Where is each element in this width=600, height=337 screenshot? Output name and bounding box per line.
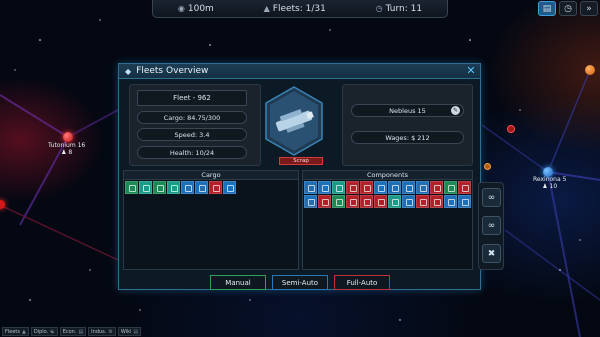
fleets-overview-dialog: ◆ Fleets Overview ✕ Fleet - 962 Cargo: 8…: [118, 63, 481, 290]
nav-diplo[interactable]: Diplo. ☯: [30, 327, 58, 336]
nav-indus[interactable]: Indus. ⚙: [88, 327, 116, 336]
component-item[interactable]: [374, 195, 387, 208]
top-right-controls: ▤ ◷ »: [538, 1, 598, 17]
book-icon[interactable]: ▤: [538, 1, 556, 16]
credits-display: ◉ 100m: [177, 3, 214, 14]
component-item[interactable]: [458, 195, 471, 208]
top-status-bar: ◉ 100m ▲ Fleets: 1/31 ◷ Turn: 11: [152, 0, 448, 18]
component-item[interactable]: [388, 195, 401, 208]
component-item[interactable]: [430, 181, 443, 194]
nav-econ[interactable]: Econ. ▤: [59, 327, 87, 336]
clock-icon[interactable]: ◷: [559, 1, 577, 16]
fleets-display: ▲ Fleets: 1/31: [263, 3, 326, 14]
component-item[interactable]: [430, 195, 443, 208]
ship-info-panel: [342, 84, 473, 166]
fleet-tab-3-icon[interactable]: ✖: [482, 244, 501, 263]
component-item[interactable]: [388, 181, 401, 194]
cargo-item[interactable]: [125, 181, 138, 194]
component-item[interactable]: [458, 181, 471, 194]
component-item[interactable]: [416, 181, 429, 194]
turn-display: ◷ Turn: 11: [375, 3, 423, 14]
cargo-item[interactable]: [139, 181, 152, 194]
speed-stat: Speed: 3.4: [137, 128, 247, 141]
anomaly-marker[interactable]: [507, 125, 515, 133]
component-item[interactable]: [346, 195, 359, 208]
component-item[interactable]: [360, 181, 373, 194]
factory-icon: ⚙: [108, 328, 113, 335]
chart-icon: ▤: [78, 328, 84, 335]
fleet-side-tabs: ∞ ∞ ✖: [478, 182, 504, 270]
fleet-name-field[interactable]: Fleet - 962: [137, 90, 247, 106]
cargo-item[interactable]: [153, 181, 166, 194]
component-slots: [303, 180, 472, 209]
forward-icon[interactable]: »: [580, 1, 598, 16]
nav-fleets[interactable]: Fleets ▲: [2, 327, 29, 336]
anomaly-marker[interactable]: [484, 163, 491, 170]
component-item[interactable]: [346, 181, 359, 194]
component-item[interactable]: [318, 195, 331, 208]
cargo-item[interactable]: [181, 181, 194, 194]
ship-name-field[interactable]: Nebleus 15: [351, 104, 464, 117]
cargo-slots: [124, 180, 298, 195]
dialog-title-bar[interactable]: ◆ Fleets Overview: [119, 64, 480, 79]
component-item[interactable]: [304, 195, 317, 208]
scrap-button[interactable]: Scrap: [279, 157, 323, 165]
planet-orange[interactable]: [585, 65, 595, 75]
fleet-icon: ▲: [21, 328, 26, 335]
component-item[interactable]: [402, 181, 415, 194]
close-icon[interactable]: ✕: [465, 65, 477, 77]
components-zone[interactable]: Components: [302, 170, 473, 270]
component-item[interactable]: [402, 195, 415, 208]
cargo-item[interactable]: [167, 181, 180, 194]
component-item[interactable]: [332, 181, 345, 194]
component-item[interactable]: [416, 195, 429, 208]
book-icon: ▤: [133, 328, 139, 335]
clock-icon: ◷: [375, 4, 383, 13]
manual-mode-button[interactable]: Manual: [210, 275, 266, 290]
component-item[interactable]: [360, 195, 373, 208]
cargo-item[interactable]: [223, 181, 236, 194]
component-item[interactable]: [374, 181, 387, 194]
cargo-stat: Cargo: 84.75/300: [137, 111, 247, 124]
fleet-tab-2-icon[interactable]: ∞: [482, 216, 501, 235]
component-item[interactable]: [304, 181, 317, 194]
planet-label-tutonium: Tutonium 16 ♟ 8: [48, 142, 86, 156]
dialog-title: Fleets Overview: [136, 66, 209, 76]
health-stat: Health: 10/24: [137, 146, 247, 159]
components-header: Components: [303, 171, 472, 180]
component-item[interactable]: [318, 181, 331, 194]
credits-icon: ◉: [177, 4, 185, 13]
handshake-icon: ☯: [50, 328, 55, 335]
cargo-item[interactable]: [209, 181, 222, 194]
component-item[interactable]: [444, 181, 457, 194]
fleet-icon: ▲: [263, 4, 270, 13]
bottom-nav: Fleets ▲ Diplo. ☯ Econ. ▤ Indus. ⚙ Wiki ▤: [0, 326, 160, 337]
fleet-tab-1-icon[interactable]: ∞: [482, 188, 501, 207]
planet-tutonium[interactable]: [63, 132, 73, 142]
cargo-header: Cargo: [124, 171, 298, 180]
edit-icon[interactable]: ✎: [451, 106, 460, 115]
semi-auto-mode-button[interactable]: Semi-Auto: [272, 275, 328, 290]
component-item[interactable]: [444, 195, 457, 208]
nav-wiki[interactable]: Wiki ▤: [117, 327, 142, 336]
full-auto-mode-button[interactable]: Full-Auto: [334, 275, 390, 290]
cargo-zone[interactable]: Cargo: [123, 170, 299, 270]
cargo-item[interactable]: [195, 181, 208, 194]
ship-portrait: [265, 86, 323, 156]
wages-stat: Wages: $ 212: [351, 131, 464, 144]
planet-label-rexinona: Rexinona 5 ♟ 10: [533, 176, 567, 190]
fleet-diamond-icon: ◆: [125, 66, 132, 76]
component-item[interactable]: [332, 195, 345, 208]
